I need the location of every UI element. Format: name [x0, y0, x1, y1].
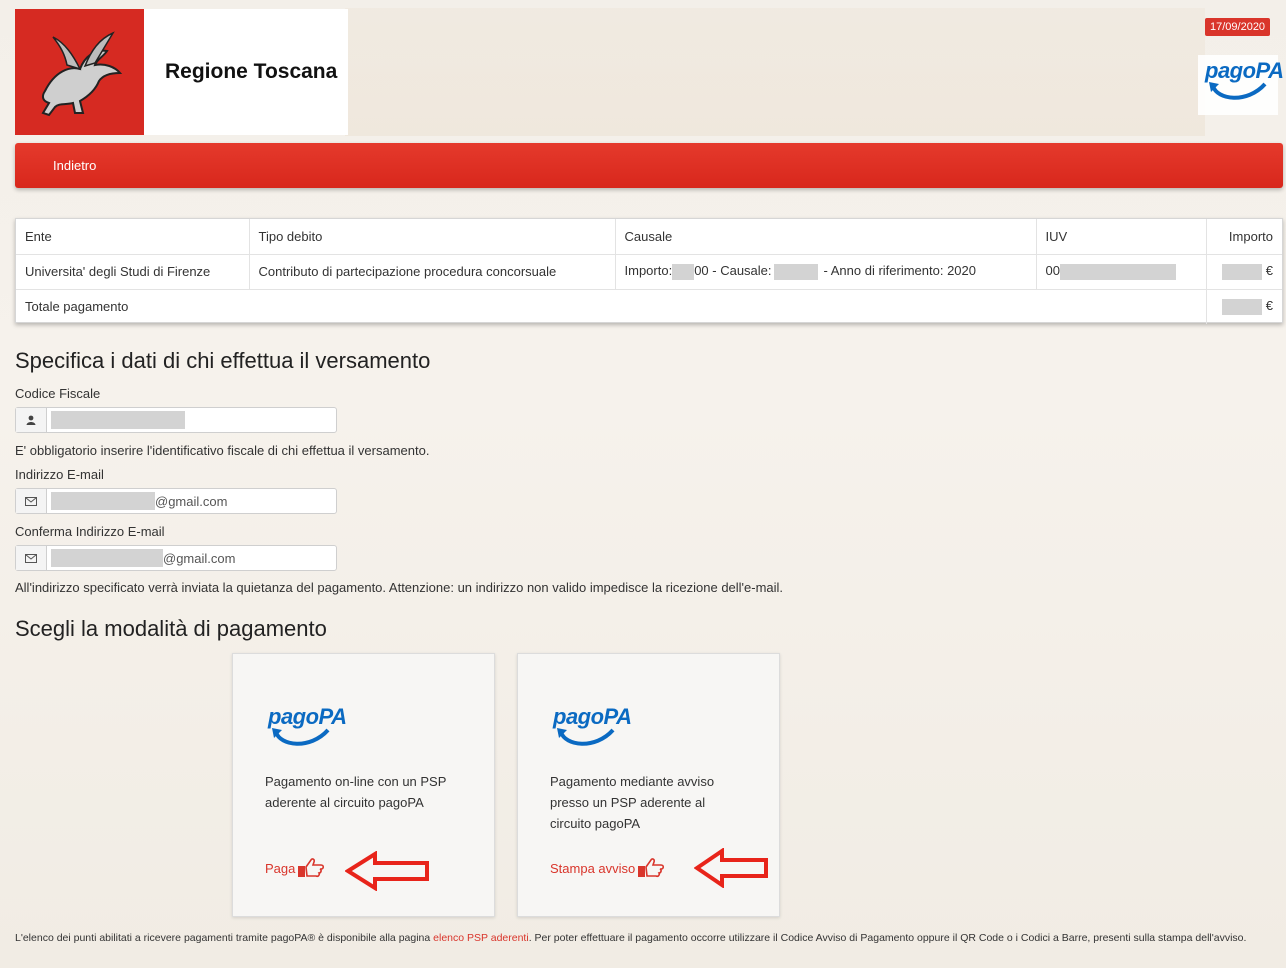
- stampa-avviso-link[interactable]: Stampa avviso: [550, 858, 665, 878]
- pagopa-logo: pagoPA: [268, 704, 347, 746]
- pagopa-header-logo: pagoPA: [1205, 58, 1284, 100]
- pagopa-swoosh-icon: [1209, 82, 1267, 100]
- codice-fiscale-label: Codice Fiscale: [15, 386, 101, 401]
- brand-name: Regione Toscana: [165, 60, 338, 83]
- causale-suffix: - Anno di riferimento: 2020: [823, 263, 976, 279]
- back-link[interactable]: Indietro: [53, 158, 96, 173]
- elenco-psp-link[interactable]: elenco PSP aderenti: [433, 932, 529, 944]
- table-total-row: Totale pagamento €: [16, 289, 1282, 324]
- cell-tipo-debito: Contributo di partecipazione procedura c…: [249, 254, 616, 290]
- card-description: Pagamento mediante avviso presso un PSP …: [550, 774, 715, 831]
- debt-table-container: Ente Tipo debito Causale IUV Importo Uni…: [15, 218, 1283, 324]
- codice-fiscale-input[interactable]: [15, 407, 337, 433]
- pointing-hand-icon: [298, 858, 325, 878]
- col-ente: Ente: [16, 219, 250, 255]
- envelope-icon: [16, 546, 47, 570]
- col-tipo-debito: Tipo debito: [249, 219, 616, 255]
- causale-mid: 00 - Causale:: [694, 263, 772, 279]
- red-arrow-annotation-icon: [694, 848, 768, 888]
- total-label: Totale pagamento: [16, 289, 1207, 324]
- cell-ente: Universita' degli Studi di Firenze: [16, 254, 250, 290]
- redacted-importo: [1222, 263, 1263, 280]
- pointing-hand-icon: [638, 858, 665, 878]
- pagopa-swoosh-icon: [557, 728, 615, 746]
- email-label: Indirizzo E-mail: [15, 467, 104, 482]
- col-causale: Causale: [615, 219, 1037, 255]
- email-input[interactable]: @gmail.com: [15, 488, 337, 514]
- redacted-email-confirm: [51, 549, 163, 567]
- nav-bar: Indietro: [15, 143, 1283, 188]
- pegasus-logo-icon: [41, 31, 123, 117]
- paga-link[interactable]: Paga: [265, 858, 325, 878]
- payment-section-title: Scegli la modalità di pagamento: [15, 616, 327, 641]
- redacted-codice-fiscale: [51, 411, 185, 429]
- email-confirm-label: Conferma Indirizzo E-mail: [15, 524, 165, 539]
- regione-logo: [15, 9, 144, 135]
- codice-fiscale-note: E' obbligatorio inserire l'identificativ…: [15, 443, 430, 458]
- redacted-amount: [672, 263, 695, 280]
- payer-section-title: Specifica i dati di chi effettua il vers…: [15, 348, 431, 373]
- red-arrow-annotation-icon: [345, 851, 429, 891]
- table-header-row: Ente Tipo debito Causale IUV Importo: [16, 219, 1282, 255]
- redacted-causale: [773, 263, 818, 280]
- causale-prefix: Importo:: [624, 263, 673, 279]
- email-confirm-value-suffix: @gmail.com: [163, 550, 236, 566]
- pagopa-swoosh-icon: [272, 728, 330, 746]
- card-description: Pagamento on-line con un PSP aderente al…: [265, 774, 447, 810]
- total-amount: €: [1206, 289, 1282, 324]
- debt-table: Ente Tipo debito Causale IUV Importo Uni…: [16, 219, 1282, 324]
- email-confirm-input[interactable]: @gmail.com: [15, 545, 337, 571]
- redacted-iuv: [1059, 263, 1176, 280]
- user-icon: [16, 408, 47, 432]
- iuv-prefix: 00: [1045, 263, 1060, 279]
- col-importo: Importo: [1206, 219, 1282, 255]
- footer-note: L'elenco dei punti abilitati a ricevere …: [15, 932, 1247, 944]
- envelope-icon: [16, 489, 47, 513]
- importo-currency: €: [1265, 263, 1273, 279]
- date-badge: 17/09/2020: [1205, 18, 1271, 36]
- email-value-suffix: @gmail.com: [155, 493, 228, 509]
- page-header: Regione Toscana 17/09/2020 pagoPA: [0, 0, 1286, 140]
- redacted-total: [1222, 299, 1263, 316]
- cell-causale: Importo: 00 - Causale: - Anno di riferimen…: [615, 254, 1037, 290]
- redacted-email: [51, 492, 155, 510]
- cell-iuv: 00: [1036, 254, 1207, 290]
- cell-importo: €: [1206, 254, 1282, 290]
- pagopa-logo: pagoPA: [553, 704, 632, 746]
- total-currency: €: [1265, 298, 1273, 314]
- table-row: Universita' degli Studi di Firenze Contr…: [16, 254, 1282, 290]
- col-iuv: IUV: [1036, 219, 1207, 255]
- email-note: All'indirizzo specificato verrà inviata …: [15, 580, 784, 595]
